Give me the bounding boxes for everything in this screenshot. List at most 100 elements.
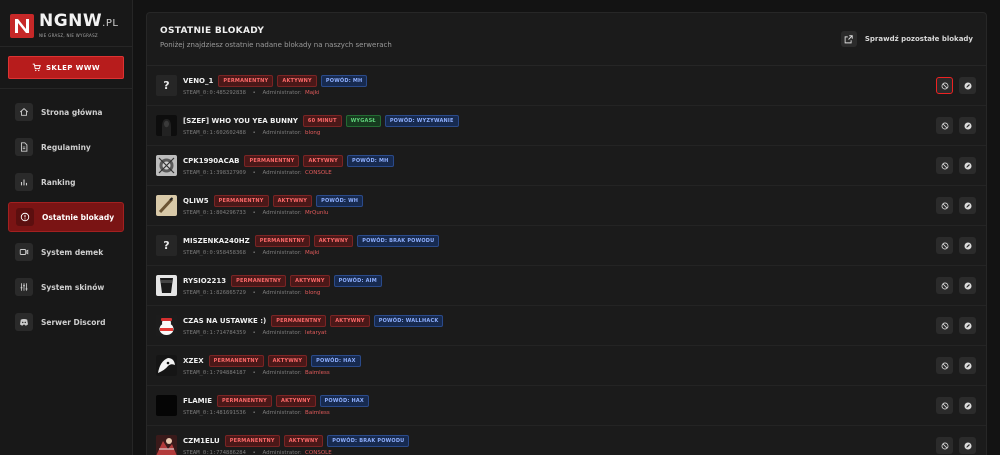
player-nick[interactable]: MISZENKA240HZ <box>183 237 250 245</box>
unban-button[interactable] <box>936 77 953 94</box>
avatar[interactable]: ? <box>156 235 177 256</box>
ban-row: CZM1ELU PERMANENTNY AKTYWNY POWÓD: BRAK POW… <box>147 426 986 455</box>
edit-ban-button[interactable] <box>959 357 976 374</box>
sidebar-item-label: System skinów <box>41 282 105 292</box>
unban-button[interactable] <box>936 117 953 134</box>
admin-name[interactable]: MrQunlu <box>305 210 328 216</box>
sidebar-item-label: System demek <box>41 247 104 257</box>
edit-ban-button[interactable] <box>959 317 976 334</box>
ban-row: FLAMIE PERMANENTNY AKTYWNY POWÓD: HAX STEAM_… <box>147 386 986 426</box>
status-badge: AKTYWNY <box>267 355 308 367</box>
unban-button[interactable] <box>936 397 953 414</box>
edit-ban-button[interactable] <box>959 117 976 134</box>
admin-name[interactable]: Baimless <box>305 370 330 376</box>
main-content: OSTATNIE BLOKADY Poniżej znajdziesz osta… <box>133 0 1000 455</box>
steam-id: STEAM_0:1:398327909 <box>183 170 246 176</box>
player-nick[interactable]: CZM1ELU <box>183 437 220 445</box>
check-other-bans-label: Sprawdź pozostałe blokady <box>864 35 973 43</box>
edit-ban-button[interactable] <box>959 77 976 94</box>
avatar[interactable]: ? <box>156 75 177 96</box>
admin-name[interactable]: blong <box>305 130 320 136</box>
sidebar-item-label: Ostatnie blokady <box>42 212 115 222</box>
edit-ban-button[interactable] <box>959 437 976 454</box>
admin-name[interactable]: blong <box>305 290 320 296</box>
sidebar-item-system-skinów[interactable]: System skinów <box>8 272 124 302</box>
status-badge: AKTYWNY <box>313 235 354 247</box>
player-nick[interactable]: FLAMIE <box>183 397 212 405</box>
admin-name[interactable]: Baimless <box>305 410 330 416</box>
avatar[interactable] <box>156 355 177 376</box>
sidebar-item-strona-główna[interactable]: Strona główna <box>8 97 124 127</box>
sidebar-item-ostatnie-blokady[interactable]: Ostatnie blokady <box>8 202 124 232</box>
check-other-bans-button[interactable]: Sprawdź pozostałe blokady <box>840 28 973 50</box>
brand-name: NGNW.PL <box>39 11 119 31</box>
avatar[interactable] <box>156 315 177 336</box>
unban-button[interactable] <box>936 437 953 454</box>
player-nick[interactable]: QLIW5 <box>183 197 209 205</box>
admin-name[interactable]: CONSOLE <box>305 170 332 176</box>
sidebar-item-serwer-discord[interactable]: Serwer Discord <box>8 307 124 337</box>
unban-button[interactable] <box>936 277 953 294</box>
admin-name[interactable]: Majki <box>305 250 319 256</box>
unban-button[interactable] <box>936 197 953 214</box>
edit-ban-button[interactable] <box>959 157 976 174</box>
avatar[interactable] <box>156 275 177 296</box>
avatar[interactable] <box>156 155 177 176</box>
avatar[interactable] <box>156 435 177 455</box>
edit-icon <box>963 161 972 170</box>
edit-icon <box>963 441 972 450</box>
logo[interactable]: NGNW.PL NIE GRASZ, NIE WYGRASZ <box>0 0 132 42</box>
player-nick[interactable]: RYSIO2213 <box>183 277 226 285</box>
logo-mark-icon <box>10 13 34 38</box>
sidebar-item-regulaminy[interactable]: Regulaminy <box>8 132 124 162</box>
shop-button[interactable]: SKLEP WWW <box>8 56 124 79</box>
player-nick[interactable]: XZEX <box>183 357 204 365</box>
edit-icon <box>963 241 972 250</box>
sidebar-item-ranking[interactable]: Ranking <box>8 167 124 197</box>
unban-button[interactable] <box>936 237 953 254</box>
brand-tagline: NIE GRASZ, NIE WYGRASZ <box>39 33 98 38</box>
admin-label: Administrator: <box>262 210 302 216</box>
admin-name[interactable]: CONSOLE <box>305 450 332 455</box>
player-nick[interactable]: [SZEF] WHO YOU YEA BUNNY <box>183 117 298 125</box>
sidebar-item-system-demek[interactable]: System demek <box>8 237 124 267</box>
edit-ban-button[interactable] <box>959 237 976 254</box>
ban-row: [SZEF] WHO YOU YEA BUNNY 60 MINUT WYGASŁ PO… <box>147 106 986 146</box>
steam-id: STEAM_0:1:602602488 <box>183 130 246 136</box>
status-badge: PERMANENTNY <box>213 195 269 207</box>
unban-button[interactable] <box>936 317 953 334</box>
edit-ban-button[interactable] <box>959 277 976 294</box>
sidebar-item-label: Regulaminy <box>41 142 91 152</box>
admin-name[interactable]: letaryat <box>305 330 326 336</box>
status-badge: PERMANENTNY <box>224 435 280 447</box>
avatar[interactable] <box>156 195 177 216</box>
sidebar-item-label: Ranking <box>41 177 76 187</box>
edit-ban-button[interactable] <box>959 197 976 214</box>
edit-icon <box>963 281 972 290</box>
status-badge: POWÓD: AIM <box>333 275 382 287</box>
page-title: OSTATNIE BLOKADY <box>160 26 265 36</box>
divider <box>0 46 132 47</box>
admin-label: Administrator: <box>262 450 302 455</box>
status-badge: PERMANENTNY <box>208 355 264 367</box>
edit-icon <box>963 201 972 210</box>
status-badge: PERMANENTNY <box>271 315 327 327</box>
player-nick[interactable]: VENO_1 <box>183 77 213 85</box>
ban-circle-icon <box>941 402 949 410</box>
player-nick[interactable]: CPK1990ACAB <box>183 157 239 165</box>
unban-button[interactable] <box>936 357 953 374</box>
status-badge: POWÓD: HAX <box>311 355 361 367</box>
player-nick[interactable]: CZAS NA USTAWKE :) <box>183 317 266 325</box>
status-badge: POWÓD: WALLHACK <box>373 315 444 327</box>
status-badge: PERMANENTNY <box>231 275 287 287</box>
discord-icon <box>15 313 33 331</box>
admin-label: Administrator: <box>262 330 302 336</box>
cart-icon <box>32 63 41 72</box>
status-badge: PERMANENTNY <box>244 155 300 167</box>
edit-ban-button[interactable] <box>959 397 976 414</box>
unban-button[interactable] <box>936 157 953 174</box>
edit-icon <box>963 321 972 330</box>
avatar[interactable] <box>156 115 177 136</box>
admin-name[interactable]: Majki <box>305 90 319 96</box>
avatar[interactable] <box>156 395 177 416</box>
